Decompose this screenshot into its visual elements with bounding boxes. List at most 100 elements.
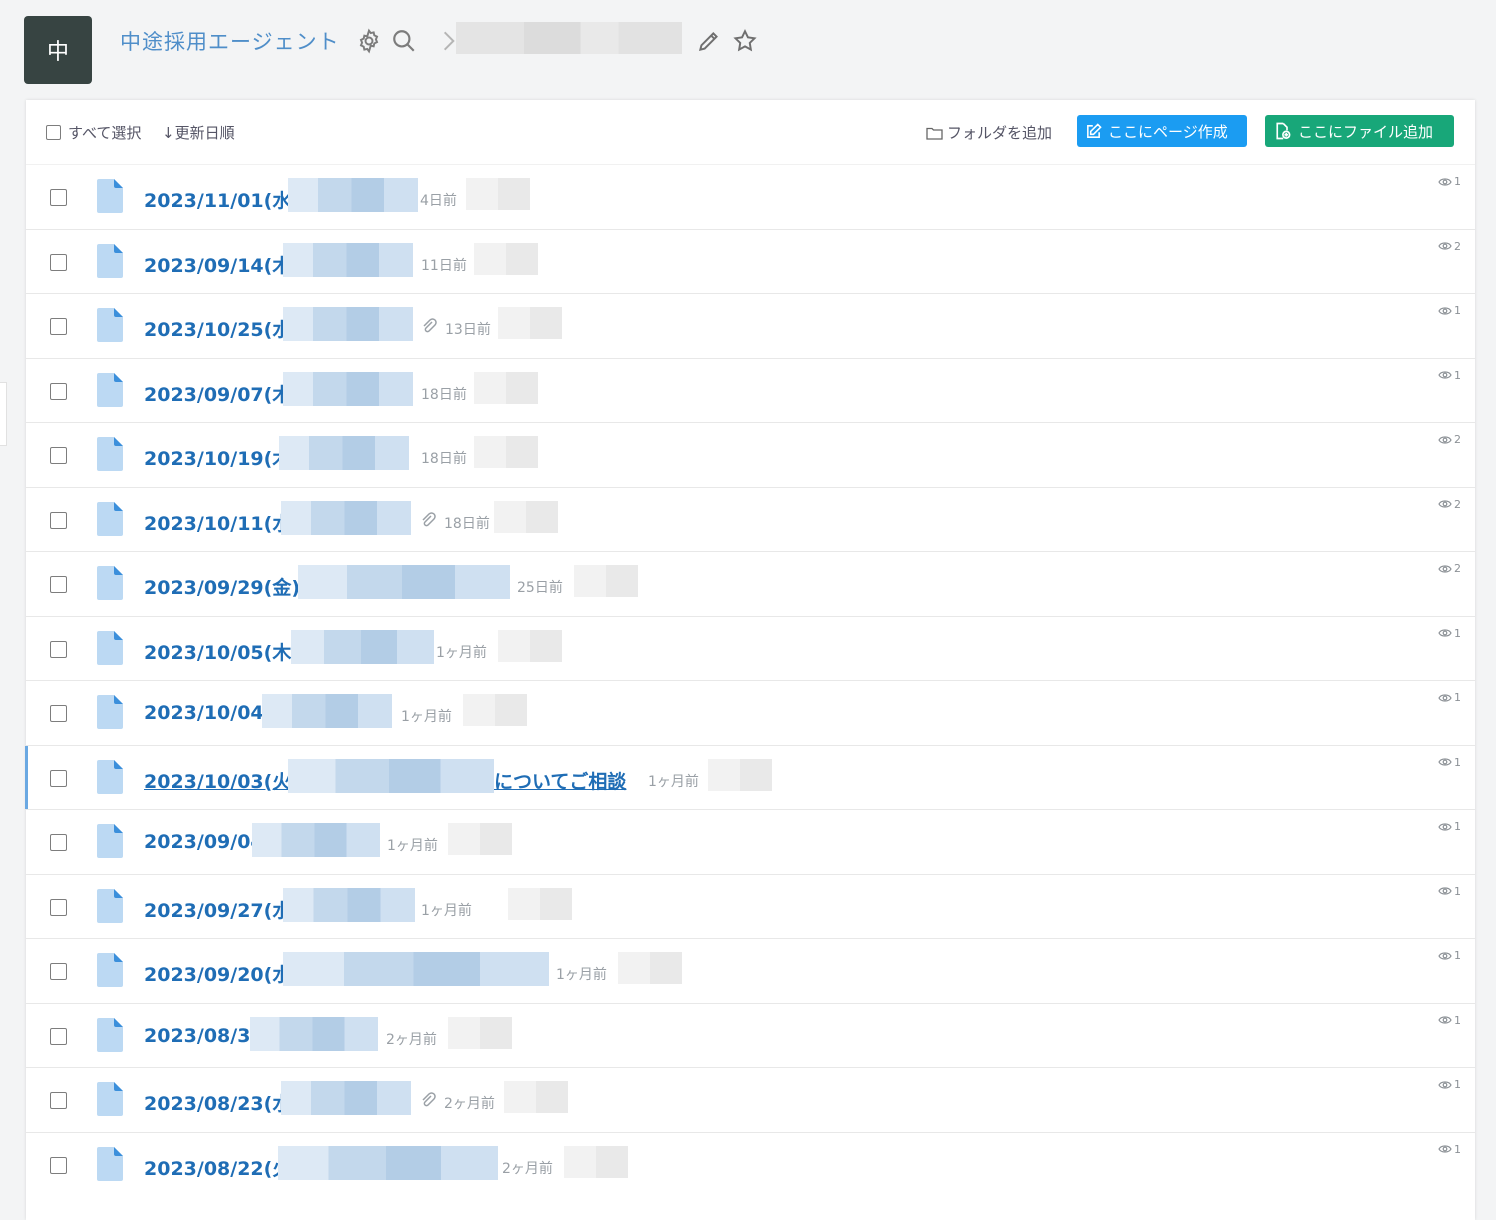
pencil-icon[interactable] <box>696 28 722 54</box>
page-list-item[interactable]: 2023/09/20(水) 1ヶ月前 1 <box>26 938 1475 1003</box>
page-list-item[interactable]: 2023/09/27(水) 1ヶ月前 1 <box>26 873 1475 939</box>
page-title-link[interactable]: 2023/08/23(水) <box>144 1089 300 1116</box>
title-redacted-block[interactable] <box>283 371 413 406</box>
page-title-link[interactable]: 2023/10/05(木) <box>144 638 300 665</box>
row-checkbox[interactable] <box>50 382 67 400</box>
title-redacted-block[interactable] <box>283 307 413 341</box>
title-redacted-block[interactable] <box>279 436 409 470</box>
page-list-item[interactable]: 2023/08/22(火) 2ヶ月前 1 <box>26 1131 1475 1197</box>
row-checkbox[interactable] <box>50 253 67 271</box>
page-title-link[interactable]: 2023/09/04 <box>144 831 264 853</box>
page-title-link[interactable]: 2023/11/01(水) <box>144 186 300 213</box>
document-icon <box>97 308 123 342</box>
row-checkbox[interactable] <box>50 1156 67 1174</box>
title-redacted-block[interactable] <box>262 694 392 728</box>
row-checkbox[interactable] <box>50 705 67 722</box>
add-folder-button[interactable]: フォルダを追加 <box>926 122 1052 143</box>
title-redacted-block[interactable] <box>288 758 494 793</box>
page-title-link[interactable]: 2023/10/19(木) <box>144 444 300 471</box>
page-list-item[interactable]: 2023/10/25(水) 13日前 1 <box>26 293 1475 358</box>
page-title-link[interactable]: 2023/10/25(水) <box>144 315 300 342</box>
title-redacted-block[interactable] <box>298 565 510 599</box>
updated-time: 25日前 <box>517 580 563 596</box>
page-list-item[interactable]: 2023/09/07(木) 18日前 1 <box>26 357 1475 423</box>
page-title-link[interactable]: 2023/10/11(水) <box>144 509 300 536</box>
page-title-link[interactable]: 2023/10/03(火) <box>144 767 300 794</box>
left-edge-tab[interactable] <box>0 382 7 446</box>
page-list-item[interactable]: 2023/09/29(金) 25日前 2 <box>26 551 1475 616</box>
page-list-item[interactable]: 2023/09/04 1ヶ月前 1 <box>26 809 1475 874</box>
page-list-item[interactable]: 2023/10/11(水) 18日前 2 <box>26 486 1475 552</box>
page-list-item[interactable]: 2023/09/14(木) 11日前 2 <box>26 228 1475 294</box>
page-title-suffix[interactable]: についてご相談 <box>494 767 626 794</box>
view-count-value: 1 <box>1454 1078 1461 1091</box>
view-count: 2 <box>1438 498 1461 511</box>
updated-time: 1ヶ月前 <box>556 967 607 983</box>
page-list-item[interactable]: 2023/10/05(木) 1ヶ月前 1 <box>26 615 1475 681</box>
page-list-item[interactable]: 2023/11/01(水) 4日前 1 <box>26 164 1475 229</box>
title-redacted-block[interactable] <box>281 500 411 535</box>
title-redacted-block[interactable] <box>288 178 418 212</box>
updated-by-user <box>474 242 538 275</box>
page-title-link[interactable]: 2023/09/27(水) <box>144 896 300 923</box>
page-list-item[interactable]: 2023/08/23(水) 2ヶ月前 1 <box>26 1067 1475 1132</box>
title-redacted-block[interactable] <box>252 823 380 857</box>
updated-by-user <box>504 1081 568 1113</box>
updated-by-user <box>448 823 512 855</box>
row-checkbox[interactable] <box>50 898 67 916</box>
select-all-checkbox[interactable] <box>46 125 61 140</box>
updated-by-user <box>498 629 562 662</box>
updated-by-user <box>494 500 558 533</box>
row-checkbox[interactable] <box>50 1092 67 1109</box>
breadcrumb-page-title[interactable] <box>456 22 682 54</box>
row-checkbox[interactable] <box>50 189 67 206</box>
add-folder-label: フォルダを追加 <box>947 124 1053 142</box>
space-title-link[interactable]: 中途採用エージェント <box>120 26 340 56</box>
page-title-link[interactable]: 2023/08/30 <box>144 1025 264 1047</box>
title-redacted-block[interactable] <box>283 242 413 277</box>
row-checkbox[interactable] <box>50 834 67 851</box>
row-checkbox[interactable] <box>50 447 67 464</box>
sort-by-updated-button[interactable]: ↓更新日順 <box>162 122 235 143</box>
view-count-value: 1 <box>1454 1013 1461 1027</box>
gear-icon[interactable] <box>356 28 382 54</box>
view-count: 1 <box>1438 820 1461 833</box>
row-checkbox[interactable] <box>50 963 67 980</box>
space-avatar[interactable]: 中 <box>24 16 92 84</box>
row-checkbox[interactable] <box>50 576 67 593</box>
add-file-button[interactable]: ここにファイル追加 <box>1265 115 1454 147</box>
page-list-item[interactable]: 2023/10/03(火) についてご相談 1ヶ月前 1 <box>25 744 1475 810</box>
page-title-link[interactable]: 2023/08/22(火) <box>144 1154 300 1181</box>
document-icon <box>97 566 123 600</box>
search-icon[interactable] <box>391 28 417 54</box>
eye-icon <box>1438 1016 1452 1024</box>
title-redacted-block[interactable] <box>291 629 434 664</box>
title-redacted-block[interactable] <box>283 887 415 922</box>
eye-icon <box>1438 177 1452 186</box>
view-count: 1 <box>1438 1078 1461 1091</box>
page-list-item[interactable]: 2023/10/04 1ヶ月前 1 <box>26 680 1475 745</box>
page-list-item[interactable]: 2023/10/19(木) 18日前 2 <box>26 422 1475 487</box>
page-title-link[interactable]: 2023/09/07(木) <box>144 380 300 407</box>
title-redacted-block[interactable] <box>283 952 549 986</box>
paperclip-icon <box>422 511 436 526</box>
row-checkbox[interactable] <box>50 769 67 787</box>
select-all-control[interactable]: すべて選択 <box>46 122 141 143</box>
page-title-link[interactable]: 2023/09/29(金) <box>144 573 300 600</box>
row-checkbox[interactable] <box>50 640 67 658</box>
file-add-icon <box>1276 122 1291 140</box>
row-checkbox[interactable] <box>50 1027 67 1045</box>
title-redacted-block[interactable] <box>250 1016 378 1051</box>
title-redacted-block[interactable] <box>278 1145 498 1180</box>
page-title-link[interactable]: 2023/10/04 <box>144 702 264 724</box>
row-checkbox[interactable] <box>50 511 67 529</box>
page-title-link[interactable]: 2023/09/20(水) <box>144 960 300 987</box>
create-page-button[interactable]: ここにページ作成 <box>1077 115 1247 147</box>
eye-icon <box>1438 435 1452 444</box>
row-checkbox[interactable] <box>50 318 67 335</box>
page-list-item[interactable]: 2023/08/30 2ヶ月前 1 <box>26 1002 1475 1068</box>
star-icon[interactable] <box>732 28 758 54</box>
page-title-link[interactable]: 2023/09/14(木) <box>144 251 300 278</box>
title-redacted-block[interactable] <box>281 1081 411 1115</box>
updated-by-user <box>463 694 527 726</box>
